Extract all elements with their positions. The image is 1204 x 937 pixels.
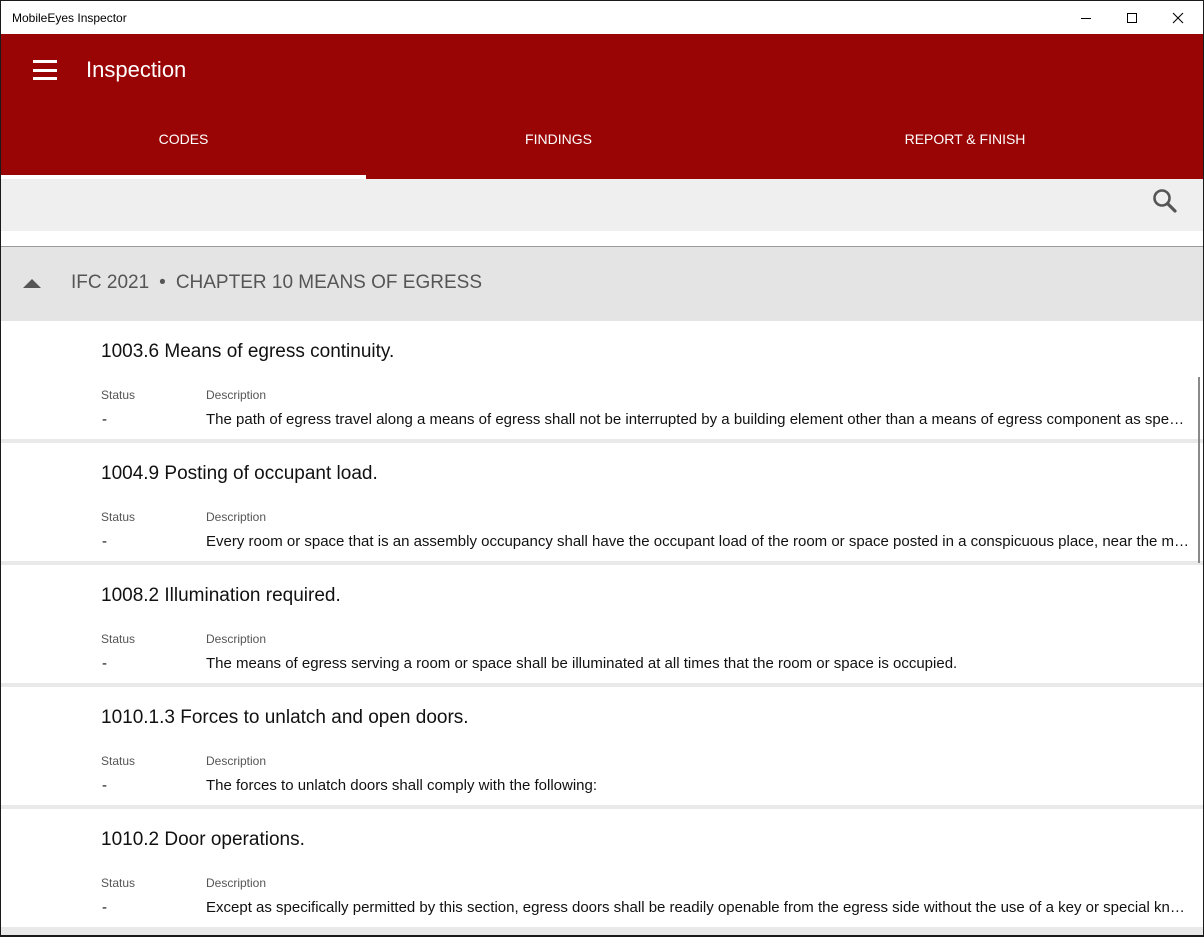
description-label: Description — [206, 388, 267, 402]
status-label: Status — [101, 876, 136, 890]
list-item[interactable]: 1004.9 Posting of occupant load. Status … — [1, 443, 1203, 561]
code-title: 1004.9 Posting of occupant load. — [101, 463, 378, 484]
status-label: Status — [101, 632, 136, 646]
list-item[interactable]: 1010.1.3 Forces to unlatch and open door… — [1, 687, 1203, 805]
description-value: Except as specifically permitted by this… — [206, 899, 1191, 916]
code-title: 1010.1.3 Forces to unlatch and open door… — [101, 707, 469, 728]
description-label: Description — [206, 510, 267, 524]
description-value: The path of egress travel along a means … — [206, 411, 1191, 428]
chapter-title: IFC 2021 • CHAPTER 10 MEANS OF EGRESS — [71, 272, 482, 294]
minimize-button[interactable] — [1063, 1, 1109, 34]
chapter-label: CHAPTER 10 MEANS OF EGRESS — [175, 272, 482, 293]
status-value: - — [102, 533, 107, 550]
separator-dot: • — [159, 272, 166, 293]
close-button[interactable] — [1155, 1, 1201, 34]
code-book-label: IFC 2021 — [71, 272, 150, 293]
minimize-icon — [1081, 17, 1091, 19]
chapter-group-header[interactable]: IFC 2021 • CHAPTER 10 MEANS OF EGRESS — [1, 247, 1203, 321]
status-label: Status — [101, 510, 136, 524]
code-title: 1010.2 Door operations. — [101, 829, 305, 850]
page-title: Inspection — [86, 57, 187, 82]
window-title: MobileEyes Inspector — [12, 11, 127, 25]
status-label: Status — [101, 388, 136, 402]
list-item[interactable]: 1010.2 Door operations. Status Descripti… — [1, 809, 1203, 927]
list-item[interactable]: 1008.2 Illumination required. Status Des… — [1, 565, 1203, 683]
code-title: 1003.6 Means of egress continuity. — [101, 341, 395, 362]
status-value: - — [102, 777, 107, 794]
app-window: MobileEyes Inspector Inspection CODES FI… — [1, 1, 1203, 935]
description-value: Every room or space that is an assembly … — [206, 533, 1191, 550]
window-titlebar: MobileEyes Inspector — [1, 1, 1203, 34]
description-value: The means of egress serving a room or sp… — [206, 655, 958, 672]
search-bar — [1, 179, 1203, 231]
status-value: - — [102, 655, 107, 672]
code-title: 1008.2 Illumination required. — [101, 585, 341, 606]
status-label: Status — [101, 754, 136, 768]
caret-up-icon[interactable] — [22, 277, 42, 289]
status-value: - — [102, 411, 107, 428]
maximize-button[interactable] — [1109, 1, 1155, 34]
description-label: Description — [206, 754, 267, 768]
close-icon — [1172, 12, 1184, 23]
status-value: - — [102, 899, 107, 916]
tab-findings[interactable]: FINDINGS — [366, 131, 751, 151]
search-icon[interactable] — [1152, 188, 1178, 214]
description-label: Description — [206, 876, 267, 890]
description-value: The forces to unlatch doors shall comply… — [206, 777, 598, 794]
code-list: 1003.6 Means of egress continuity. Statu… — [1, 321, 1203, 935]
list-item[interactable]: 1003.6 Means of egress continuity. Statu… — [1, 321, 1203, 439]
hamburger-icon[interactable] — [33, 59, 59, 81]
maximize-icon — [1127, 12, 1137, 23]
tab-codes[interactable]: CODES — [1, 131, 366, 151]
description-label: Description — [206, 632, 267, 646]
app-header: Inspection CODES FINDINGS REPORT & FINIS… — [1, 34, 1203, 179]
vertical-scrollbar[interactable] — [1198, 377, 1200, 563]
tab-report-finish[interactable]: REPORT & FINISH — [751, 131, 1179, 151]
